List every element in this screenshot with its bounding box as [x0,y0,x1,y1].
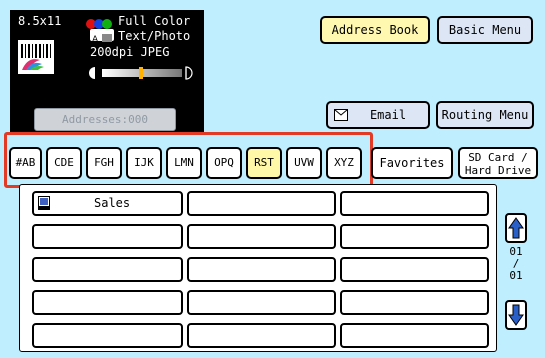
image-mode: Text/Photo [118,29,191,43]
tab-xyz[interactable]: XYZ [326,147,362,179]
tab-fgh[interactable]: FGH [86,147,122,179]
tab-favorites[interactable]: Favorites [371,147,453,179]
address-entry[interactable] [187,290,336,315]
density-slider [88,65,196,80]
address-entry[interactable]: Sales [32,191,183,216]
color-mode-icon [85,15,115,29]
arrow-up-icon [508,217,524,239]
page-separator: / [512,257,520,270]
svg-text:A: A [92,35,99,44]
tab-opq[interactable]: OPQ [206,147,242,179]
color-mode: Full Color [118,14,191,28]
current-page: 01 [509,245,523,258]
address-entry[interactable] [340,191,489,216]
address-entry[interactable] [340,224,489,249]
tab-lmn[interactable]: LMN [166,147,202,179]
address-entry[interactable] [32,224,183,249]
address-book-icon [38,196,50,210]
resolution: 200dpi JPEG [90,45,170,59]
address-book-button[interactable]: Address Book [320,16,430,44]
sd-card-label-line2: Hard Drive [464,164,532,177]
page-up-button[interactable] [505,213,527,243]
address-entry[interactable] [340,290,489,315]
address-entry[interactable] [187,323,336,348]
address-entry[interactable] [32,257,183,282]
tab-rst[interactable]: RST [246,147,282,179]
original-document-icon [18,40,54,74]
address-entry[interactable] [32,323,183,348]
paper-size: 8.5x11 [18,14,62,28]
basic-menu-button[interactable]: Basic Menu [437,16,533,44]
envelope-icon [334,109,348,121]
address-entry[interactable] [187,224,336,249]
total-pages: 01 [509,269,523,282]
page-down-button[interactable] [505,300,527,330]
address-entry[interactable] [32,290,183,315]
tab-sd-card-hard-drive[interactable]: SD Card / Hard Drive [458,147,538,179]
address-entry-label: Sales [94,196,131,210]
address-entry[interactable] [187,191,336,216]
routing-menu-button[interactable]: Routing Menu [436,101,534,129]
arrow-down-icon [508,304,524,326]
tab-uvw[interactable]: UVW [286,147,322,179]
tab-hash-ab[interactable]: #AB [9,147,42,179]
address-entry[interactable] [340,257,489,282]
text-photo-icon: A [90,29,114,45]
sd-card-label-line1: SD Card / [468,151,528,164]
address-entry[interactable] [340,323,489,348]
addresses-count-button[interactable]: Addresses:000 [34,108,176,131]
tab-ijk[interactable]: IJK [126,147,162,179]
email-label: Email [369,108,407,122]
email-button[interactable]: Email [326,101,430,129]
address-entry[interactable] [187,257,336,282]
tab-cde[interactable]: CDE [46,147,82,179]
